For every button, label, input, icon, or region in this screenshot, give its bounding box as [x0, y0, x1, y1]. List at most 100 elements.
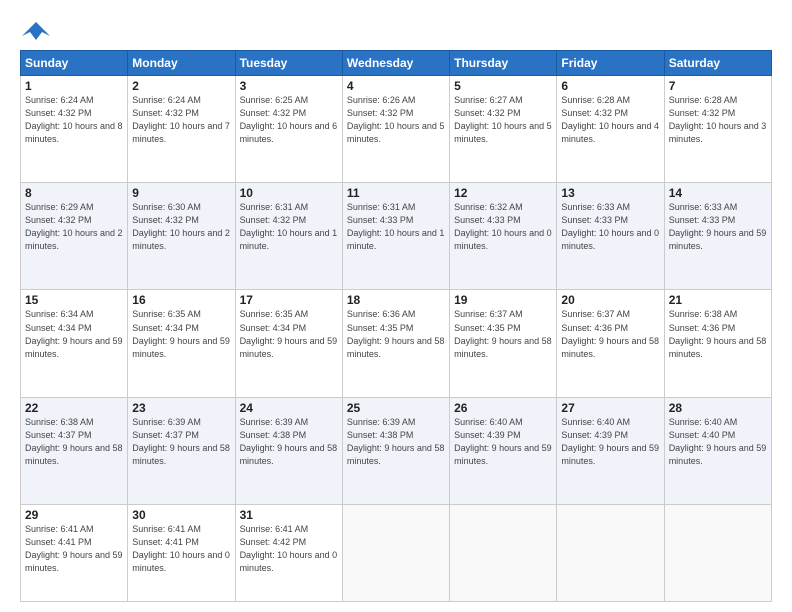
calendar-cell: 18Sunrise: 6:36 AMSunset: 4:35 PMDayligh… [342, 290, 449, 397]
calendar-cell: 6Sunrise: 6:28 AMSunset: 4:32 PMDaylight… [557, 76, 664, 183]
calendar-cell: 30Sunrise: 6:41 AMSunset: 4:41 PMDayligh… [128, 504, 235, 601]
day-info: Sunrise: 6:41 AMSunset: 4:41 PMDaylight:… [25, 523, 123, 575]
day-number: 18 [347, 293, 445, 307]
day-number: 13 [561, 186, 659, 200]
calendar-cell: 23Sunrise: 6:39 AMSunset: 4:37 PMDayligh… [128, 397, 235, 504]
calendar-cell: 5Sunrise: 6:27 AMSunset: 4:32 PMDaylight… [450, 76, 557, 183]
calendar-cell: 26Sunrise: 6:40 AMSunset: 4:39 PMDayligh… [450, 397, 557, 504]
calendar-week-row: 22Sunrise: 6:38 AMSunset: 4:37 PMDayligh… [21, 397, 772, 504]
calendar-week-row: 15Sunrise: 6:34 AMSunset: 4:34 PMDayligh… [21, 290, 772, 397]
day-info: Sunrise: 6:39 AMSunset: 4:38 PMDaylight:… [240, 416, 338, 468]
day-header-monday: Monday [128, 51, 235, 76]
day-number: 16 [132, 293, 230, 307]
day-info: Sunrise: 6:30 AMSunset: 4:32 PMDaylight:… [132, 201, 230, 253]
day-number: 3 [240, 79, 338, 93]
day-header-tuesday: Tuesday [235, 51, 342, 76]
day-number: 24 [240, 401, 338, 415]
day-info: Sunrise: 6:41 AMSunset: 4:42 PMDaylight:… [240, 523, 338, 575]
day-number: 20 [561, 293, 659, 307]
calendar-cell [557, 504, 664, 601]
day-number: 21 [669, 293, 767, 307]
day-info: Sunrise: 6:38 AMSunset: 4:36 PMDaylight:… [669, 308, 767, 360]
header [20, 18, 772, 42]
calendar-cell: 1Sunrise: 6:24 AMSunset: 4:32 PMDaylight… [21, 76, 128, 183]
day-number: 28 [669, 401, 767, 415]
calendar-cell: 25Sunrise: 6:39 AMSunset: 4:38 PMDayligh… [342, 397, 449, 504]
calendar-cell: 29Sunrise: 6:41 AMSunset: 4:41 PMDayligh… [21, 504, 128, 601]
day-info: Sunrise: 6:41 AMSunset: 4:41 PMDaylight:… [132, 523, 230, 575]
day-number: 26 [454, 401, 552, 415]
day-info: Sunrise: 6:28 AMSunset: 4:32 PMDaylight:… [669, 94, 767, 146]
day-info: Sunrise: 6:31 AMSunset: 4:33 PMDaylight:… [347, 201, 445, 253]
calendar-cell: 12Sunrise: 6:32 AMSunset: 4:33 PMDayligh… [450, 183, 557, 290]
day-number: 14 [669, 186, 767, 200]
calendar-cell: 11Sunrise: 6:31 AMSunset: 4:33 PMDayligh… [342, 183, 449, 290]
day-info: Sunrise: 6:39 AMSunset: 4:38 PMDaylight:… [347, 416, 445, 468]
day-header-saturday: Saturday [664, 51, 771, 76]
day-info: Sunrise: 6:38 AMSunset: 4:37 PMDaylight:… [25, 416, 123, 468]
day-info: Sunrise: 6:37 AMSunset: 4:36 PMDaylight:… [561, 308, 659, 360]
calendar-cell: 22Sunrise: 6:38 AMSunset: 4:37 PMDayligh… [21, 397, 128, 504]
calendar-cell [664, 504, 771, 601]
day-number: 23 [132, 401, 230, 415]
calendar-cell: 4Sunrise: 6:26 AMSunset: 4:32 PMDaylight… [342, 76, 449, 183]
day-header-wednesday: Wednesday [342, 51, 449, 76]
calendar-cell: 31Sunrise: 6:41 AMSunset: 4:42 PMDayligh… [235, 504, 342, 601]
day-number: 9 [132, 186, 230, 200]
day-number: 6 [561, 79, 659, 93]
calendar-cell: 2Sunrise: 6:24 AMSunset: 4:32 PMDaylight… [128, 76, 235, 183]
day-info: Sunrise: 6:35 AMSunset: 4:34 PMDaylight:… [132, 308, 230, 360]
calendar-header-row: SundayMondayTuesdayWednesdayThursdayFrid… [21, 51, 772, 76]
calendar-cell: 17Sunrise: 6:35 AMSunset: 4:34 PMDayligh… [235, 290, 342, 397]
logo-bird-icon [22, 18, 50, 46]
day-header-sunday: Sunday [21, 51, 128, 76]
day-number: 30 [132, 508, 230, 522]
day-number: 2 [132, 79, 230, 93]
calendar-week-row: 1Sunrise: 6:24 AMSunset: 4:32 PMDaylight… [21, 76, 772, 183]
day-header-thursday: Thursday [450, 51, 557, 76]
calendar-cell: 21Sunrise: 6:38 AMSunset: 4:36 PMDayligh… [664, 290, 771, 397]
day-info: Sunrise: 6:28 AMSunset: 4:32 PMDaylight:… [561, 94, 659, 146]
day-info: Sunrise: 6:27 AMSunset: 4:32 PMDaylight:… [454, 94, 552, 146]
calendar-cell: 10Sunrise: 6:31 AMSunset: 4:32 PMDayligh… [235, 183, 342, 290]
day-number: 25 [347, 401, 445, 415]
calendar-cell: 27Sunrise: 6:40 AMSunset: 4:39 PMDayligh… [557, 397, 664, 504]
calendar-cell: 14Sunrise: 6:33 AMSunset: 4:33 PMDayligh… [664, 183, 771, 290]
calendar-week-row: 8Sunrise: 6:29 AMSunset: 4:32 PMDaylight… [21, 183, 772, 290]
day-info: Sunrise: 6:29 AMSunset: 4:32 PMDaylight:… [25, 201, 123, 253]
day-number: 11 [347, 186, 445, 200]
day-number: 31 [240, 508, 338, 522]
day-info: Sunrise: 6:40 AMSunset: 4:40 PMDaylight:… [669, 416, 767, 468]
calendar-cell: 19Sunrise: 6:37 AMSunset: 4:35 PMDayligh… [450, 290, 557, 397]
calendar-cell [342, 504, 449, 601]
day-number: 12 [454, 186, 552, 200]
day-header-friday: Friday [557, 51, 664, 76]
calendar-week-row: 29Sunrise: 6:41 AMSunset: 4:41 PMDayligh… [21, 504, 772, 601]
day-info: Sunrise: 6:34 AMSunset: 4:34 PMDaylight:… [25, 308, 123, 360]
logo [20, 18, 50, 42]
day-number: 7 [669, 79, 767, 93]
calendar-cell: 13Sunrise: 6:33 AMSunset: 4:33 PMDayligh… [557, 183, 664, 290]
calendar-cell: 7Sunrise: 6:28 AMSunset: 4:32 PMDaylight… [664, 76, 771, 183]
calendar-table: SundayMondayTuesdayWednesdayThursdayFrid… [20, 50, 772, 602]
calendar-cell: 20Sunrise: 6:37 AMSunset: 4:36 PMDayligh… [557, 290, 664, 397]
day-info: Sunrise: 6:40 AMSunset: 4:39 PMDaylight:… [561, 416, 659, 468]
calendar-cell [450, 504, 557, 601]
day-info: Sunrise: 6:24 AMSunset: 4:32 PMDaylight:… [25, 94, 123, 146]
day-info: Sunrise: 6:37 AMSunset: 4:35 PMDaylight:… [454, 308, 552, 360]
day-info: Sunrise: 6:40 AMSunset: 4:39 PMDaylight:… [454, 416, 552, 468]
calendar-cell: 9Sunrise: 6:30 AMSunset: 4:32 PMDaylight… [128, 183, 235, 290]
day-number: 19 [454, 293, 552, 307]
day-number: 5 [454, 79, 552, 93]
calendar-cell: 24Sunrise: 6:39 AMSunset: 4:38 PMDayligh… [235, 397, 342, 504]
day-info: Sunrise: 6:39 AMSunset: 4:37 PMDaylight:… [132, 416, 230, 468]
day-number: 4 [347, 79, 445, 93]
calendar-cell: 28Sunrise: 6:40 AMSunset: 4:40 PMDayligh… [664, 397, 771, 504]
calendar-cell: 3Sunrise: 6:25 AMSunset: 4:32 PMDaylight… [235, 76, 342, 183]
day-number: 22 [25, 401, 123, 415]
day-number: 27 [561, 401, 659, 415]
calendar-cell: 8Sunrise: 6:29 AMSunset: 4:32 PMDaylight… [21, 183, 128, 290]
calendar-cell: 16Sunrise: 6:35 AMSunset: 4:34 PMDayligh… [128, 290, 235, 397]
day-info: Sunrise: 6:33 AMSunset: 4:33 PMDaylight:… [561, 201, 659, 253]
day-info: Sunrise: 6:25 AMSunset: 4:32 PMDaylight:… [240, 94, 338, 146]
